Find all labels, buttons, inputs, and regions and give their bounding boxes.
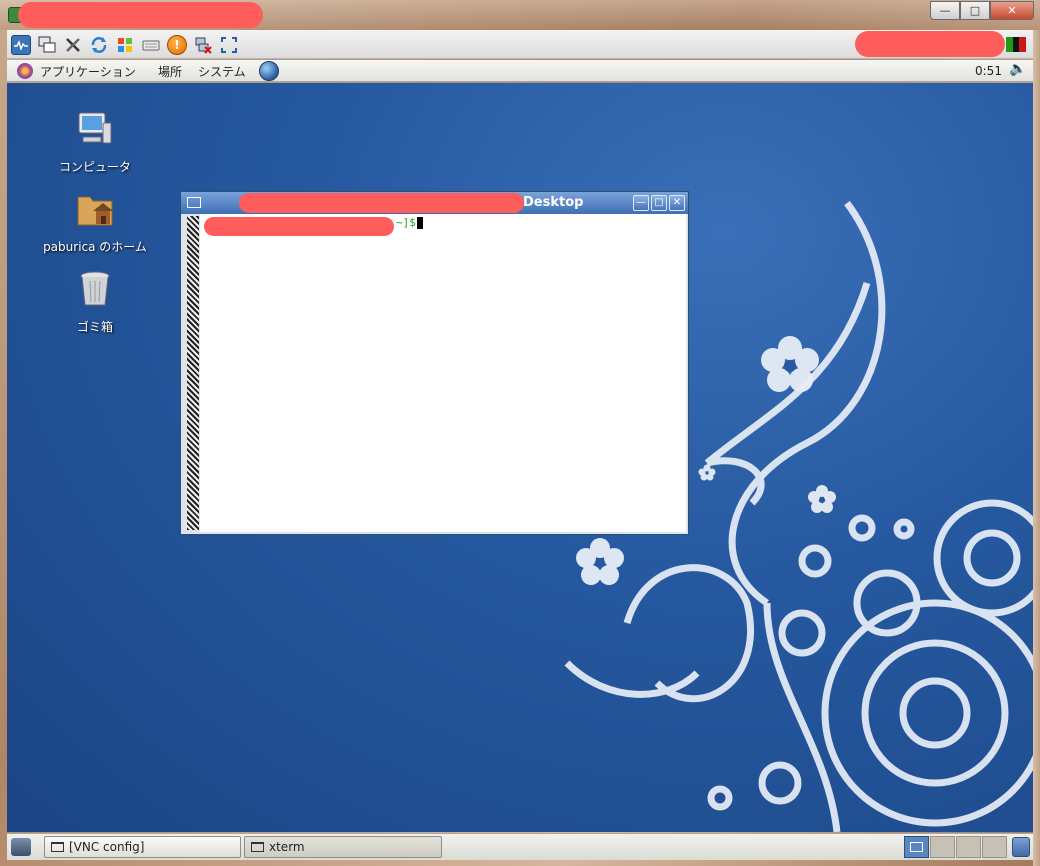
show-desktop-icon[interactable] bbox=[11, 838, 31, 856]
window-menu-icon[interactable] bbox=[187, 197, 201, 208]
gnome-bottom-panel: [VNC config] xterm bbox=[7, 833, 1033, 860]
xterm-scrollbar[interactable] bbox=[187, 216, 199, 530]
vnc-titlebar[interactable]: — □ ✕ bbox=[0, 0, 1040, 30]
windows-key-icon[interactable] bbox=[115, 35, 135, 55]
xterm-window[interactable]: Desktop — □ ✕ ~]$ bbox=[180, 191, 689, 535]
shell-prompt: ~]$ bbox=[396, 216, 416, 229]
vnc-window-right-border bbox=[1033, 30, 1040, 866]
desktop-icon-label: コンピュータ bbox=[58, 160, 131, 174]
gnome-top-panel: アプリケーション 場所 システム 0:51 🔈 bbox=[7, 60, 1033, 82]
xterm-minimize-button[interactable]: — bbox=[633, 195, 649, 211]
vnc-maximize-button[interactable]: □ bbox=[960, 1, 990, 20]
xterm-close-button[interactable]: ✕ bbox=[669, 195, 685, 211]
desktop-icon-label: ゴミ箱 bbox=[76, 320, 113, 334]
desktop-icon-trash[interactable]: ゴミ箱 bbox=[40, 269, 150, 335]
workspace-4[interactable] bbox=[982, 836, 1007, 858]
alert-icon[interactable]: ! bbox=[167, 35, 187, 55]
vnc-viewer-window: — □ ✕ ! アプリケーション 場所 システム 0:51 🔈 コンピュータ p… bbox=[0, 0, 1040, 866]
desktop-icon-label: paburica のホーム bbox=[43, 240, 147, 254]
vnc-toolbar: ! bbox=[7, 30, 1033, 59]
disconnect-icon[interactable] bbox=[193, 35, 213, 55]
vnc-window-controls: — □ ✕ bbox=[930, 1, 1034, 20]
panel-clock[interactable]: 0:51 bbox=[975, 64, 1002, 78]
menu-places[interactable]: 場所 bbox=[158, 63, 182, 80]
workspace-2[interactable] bbox=[930, 836, 955, 858]
xterm-titlebar[interactable]: Desktop — □ ✕ bbox=[181, 192, 688, 214]
desktop-icon-computer[interactable]: コンピュータ bbox=[40, 109, 150, 175]
connection-info-icon[interactable] bbox=[11, 35, 31, 55]
trash-icon bbox=[80, 271, 110, 306]
taskbar-item-vnc-config[interactable]: [VNC config] bbox=[44, 836, 241, 858]
terminal-area[interactable]: ~]$ bbox=[200, 214, 686, 532]
computer-icon bbox=[78, 112, 112, 144]
workspace-1[interactable] bbox=[904, 836, 929, 858]
workspace-3[interactable] bbox=[956, 836, 981, 858]
fullscreen-icon[interactable] bbox=[219, 35, 239, 55]
desktop[interactable]: コンピュータ paburica のホーム ゴミ箱 Desktop — □ ✕ ~… bbox=[7, 83, 1033, 832]
desktop-icon-home[interactable]: paburica のホーム bbox=[40, 189, 150, 255]
home-folder-icon bbox=[77, 196, 113, 226]
gnome-foot-icon[interactable] bbox=[17, 63, 33, 79]
connection-status-led bbox=[1006, 37, 1027, 52]
window-icon bbox=[251, 842, 264, 852]
menu-system[interactable]: システム bbox=[198, 63, 246, 80]
redacted-prompt bbox=[204, 217, 394, 236]
taskbar-item-xterm[interactable]: xterm bbox=[244, 836, 442, 858]
workspace-switcher bbox=[904, 836, 1007, 858]
terminal-cursor bbox=[417, 217, 423, 229]
redacted-xterm-title bbox=[239, 193, 524, 213]
taskbar-item-label: [VNC config] bbox=[69, 840, 145, 854]
vnc-close-button[interactable]: ✕ bbox=[990, 1, 1034, 20]
xterm-maximize-button[interactable]: □ bbox=[651, 195, 667, 211]
refresh-icon[interactable] bbox=[89, 35, 109, 55]
redacted-window-title bbox=[18, 2, 263, 28]
vnc-minimize-button[interactable]: — bbox=[930, 1, 960, 20]
volume-icon[interactable]: 🔈 bbox=[1009, 61, 1026, 77]
xterm-window-controls: — □ ✕ bbox=[633, 195, 685, 211]
menu-applications[interactable]: アプリケーション bbox=[40, 63, 136, 80]
copy-icon[interactable] bbox=[37, 35, 57, 55]
options-tools-icon[interactable] bbox=[63, 35, 83, 55]
redacted-connection-info bbox=[855, 31, 1005, 57]
window-icon bbox=[51, 842, 64, 852]
xterm-title: Desktop bbox=[523, 195, 584, 210]
web-browser-launcher-icon[interactable] bbox=[259, 61, 279, 81]
trash-applet-icon[interactable] bbox=[1012, 837, 1030, 857]
keyboard-icon[interactable] bbox=[141, 35, 161, 55]
taskbar-item-label: xterm bbox=[269, 840, 305, 854]
